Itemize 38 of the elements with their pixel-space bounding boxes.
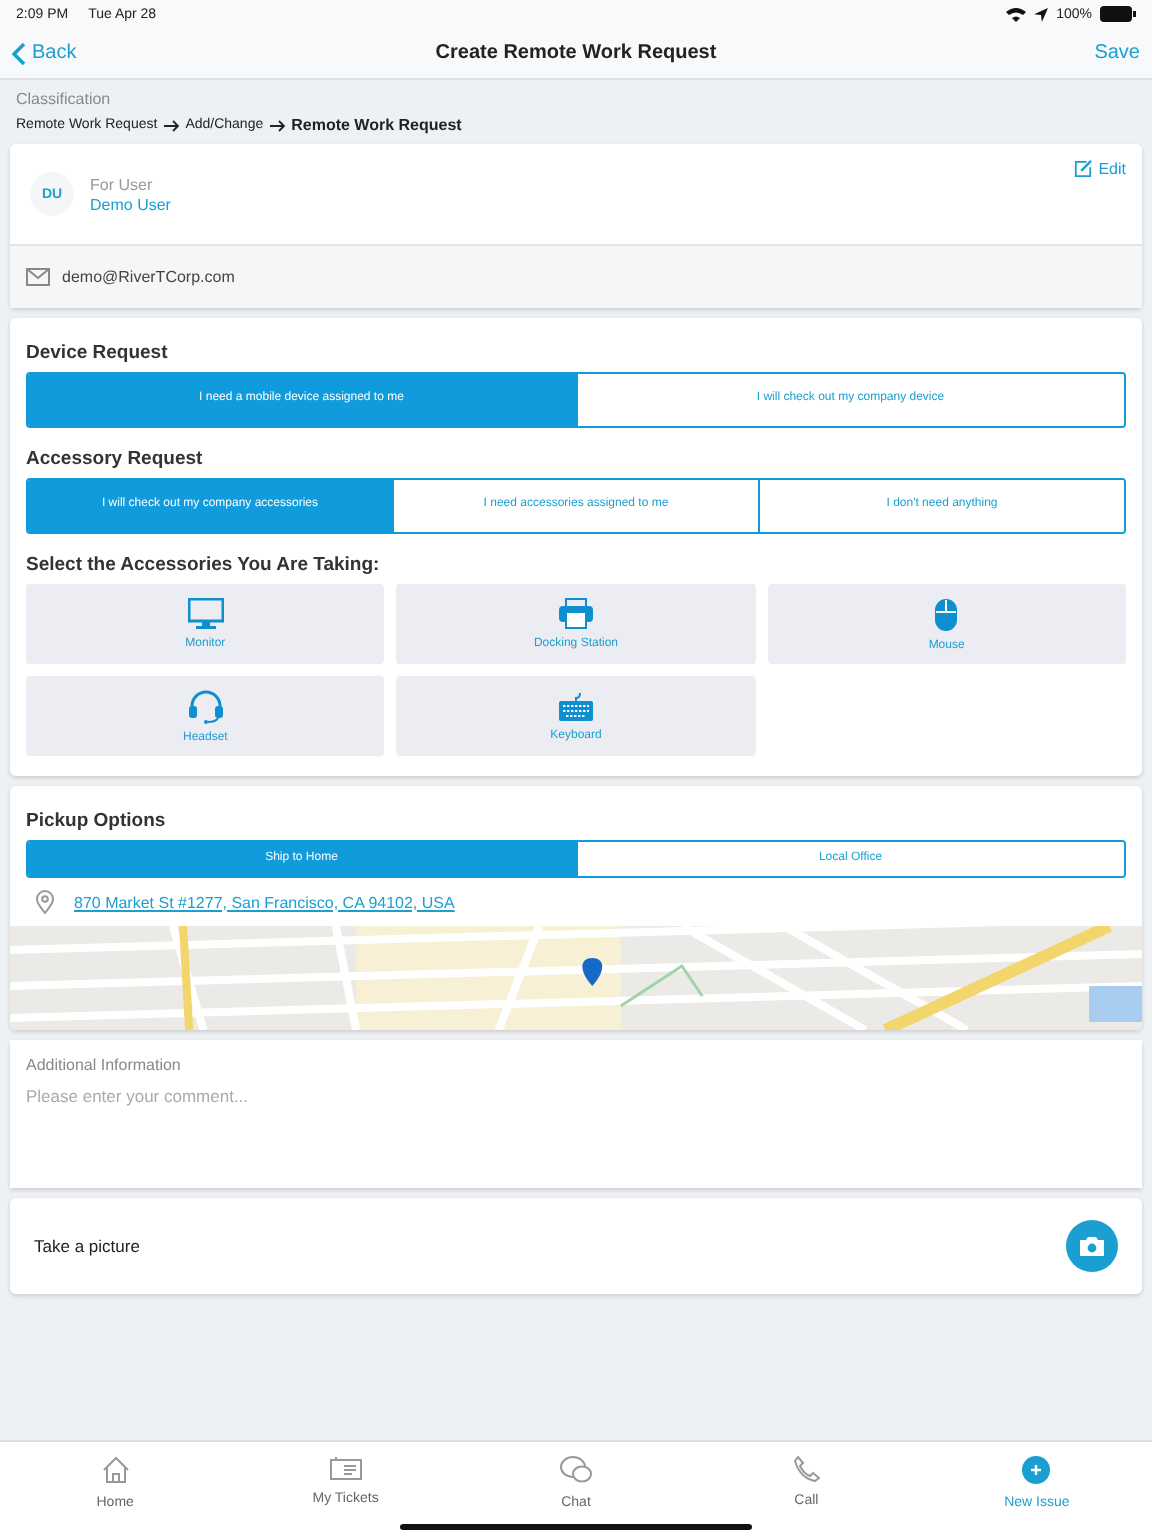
section-heading: Device Request bbox=[26, 342, 170, 364]
arrow-right-icon bbox=[163, 119, 180, 131]
location-pin-icon bbox=[36, 890, 54, 914]
section-heading: Accessory Request bbox=[26, 448, 205, 470]
page-title: Create Remote Work Request bbox=[435, 42, 717, 64]
comment-card[interactable]: Additional Information Please enter your comment... bbox=[10, 1040, 1142, 1188]
headset-icon bbox=[187, 689, 224, 723]
battery-icon bbox=[1100, 6, 1136, 22]
camera-button[interactable] bbox=[1066, 1220, 1118, 1272]
section-heading: Pickup Options bbox=[26, 810, 168, 832]
breadcrumb-current: Remote Work Request bbox=[291, 116, 462, 134]
user-email: demo@RiverTCorp.com bbox=[62, 268, 235, 286]
mouse-icon bbox=[934, 597, 959, 631]
chat-icon bbox=[560, 1456, 592, 1484]
section-heading: Select the Accessories You Are Taking: bbox=[26, 554, 382, 576]
mail-icon bbox=[26, 268, 50, 286]
address-link[interactable]: 870 Market St #1277, San Francisco, CA 94102, USA bbox=[74, 893, 455, 911]
edit-button[interactable]: Edit bbox=[1074, 160, 1126, 178]
take-picture-label: Take a picture bbox=[34, 1236, 140, 1256]
user-name: Demo User bbox=[90, 195, 171, 213]
for-user-label: For User bbox=[90, 175, 155, 193]
arrow-right-icon bbox=[269, 119, 286, 131]
monitor-icon bbox=[187, 598, 224, 630]
wifi-icon bbox=[1006, 6, 1027, 22]
phone-icon bbox=[793, 1456, 820, 1482]
camera-icon bbox=[1080, 1236, 1104, 1256]
ticket-icon bbox=[329, 1456, 362, 1480]
classification-label: Classification bbox=[16, 90, 113, 108]
save-button[interactable]: Save bbox=[1094, 42, 1140, 64]
printer-icon bbox=[557, 598, 594, 630]
edit-icon bbox=[1074, 160, 1093, 178]
home-icon bbox=[101, 1456, 130, 1484]
location-icon bbox=[1034, 7, 1049, 21]
additional-info-label: Additional Information bbox=[26, 1056, 183, 1074]
keyboard-icon bbox=[557, 691, 594, 721]
back-button[interactable]: Back bbox=[12, 41, 77, 65]
add-icon bbox=[1022, 1456, 1051, 1484]
chevron-left-icon bbox=[12, 41, 26, 65]
